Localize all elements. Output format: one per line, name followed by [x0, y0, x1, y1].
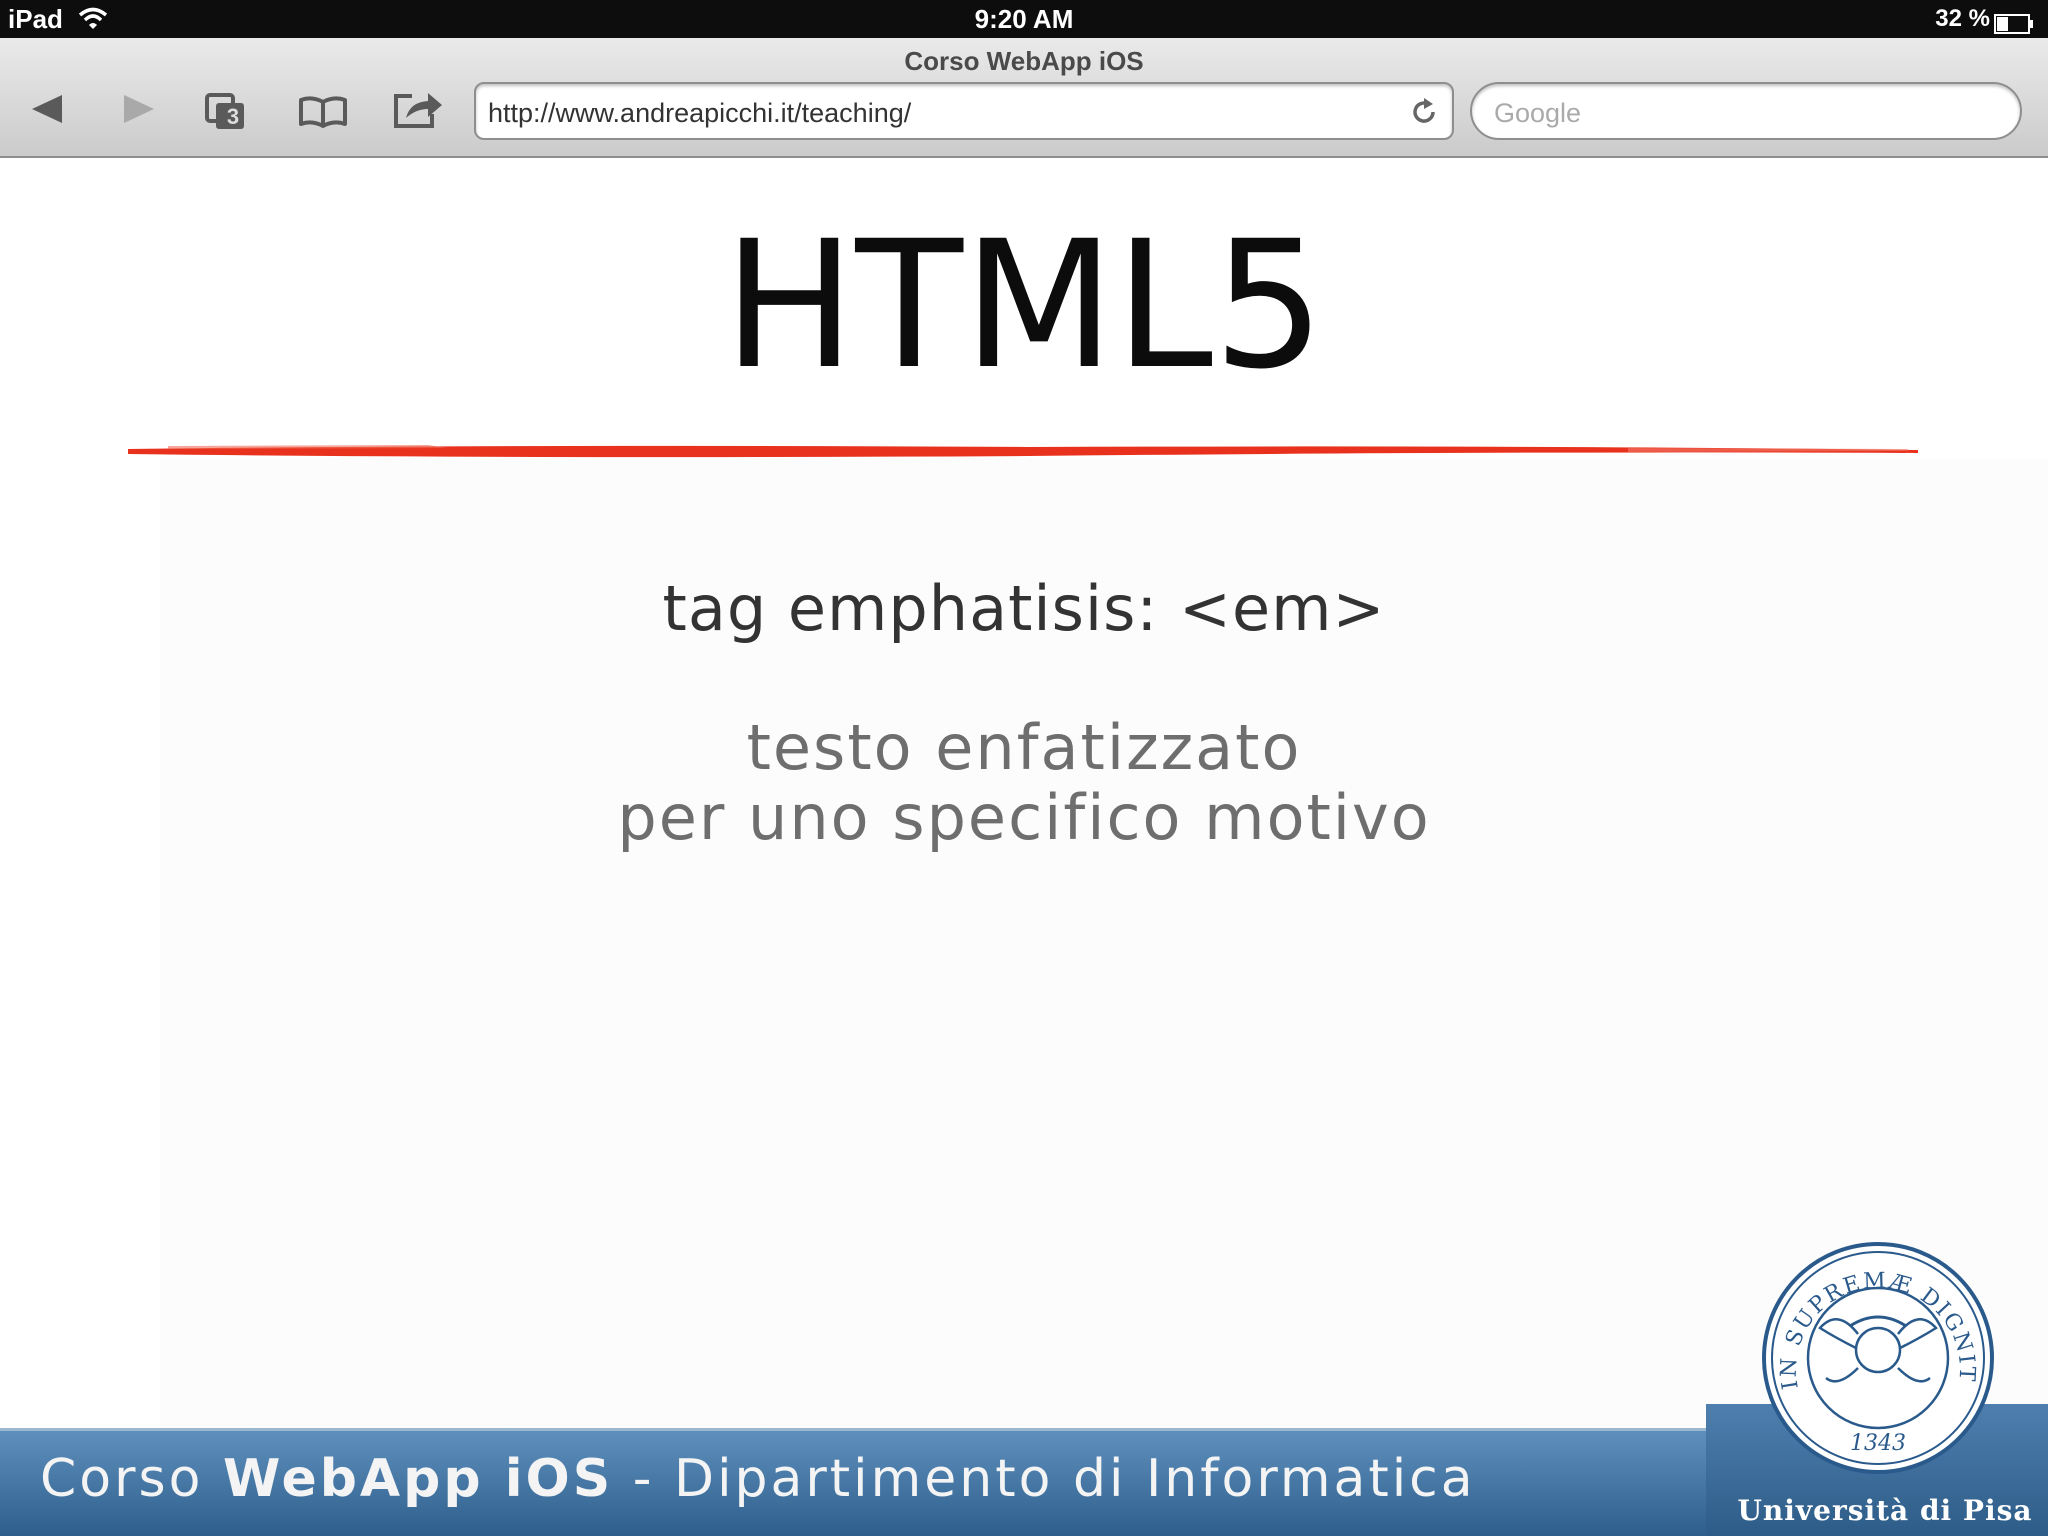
- battery-icon: [1994, 10, 2034, 41]
- tabs-count: 3: [226, 104, 240, 129]
- forward-arrow-icon: [124, 95, 154, 123]
- search-field[interactable]: [1470, 82, 2022, 140]
- university-seal-logo: IN SUPREMÆ DIGNITATIS 1343: [1758, 1238, 1994, 1474]
- slide: HTML5 tag emphatisis: <em> testo enfatiz…: [0, 158, 2048, 1536]
- footer-department: - Dipartimento di Informatica: [613, 1449, 1476, 1509]
- share-button[interactable]: [392, 88, 444, 134]
- browser-toolbar: Corso WebApp iOS 3 http://www.andreapicc…: [0, 38, 2048, 158]
- footer-course-text: Corso WebApp iOS - Dipartimento di Infor…: [40, 1449, 1476, 1509]
- slide-title: HTML5: [723, 203, 1325, 408]
- battery-percent: 32 %: [1935, 5, 1990, 32]
- status-bar: iPad 9:20 AM 32 %: [0, 0, 2048, 38]
- back-button[interactable]: [28, 90, 66, 132]
- search-input[interactable]: [1492, 94, 1996, 132]
- footer-prefix: Corso: [40, 1449, 223, 1509]
- address-bar[interactable]: http://www.andreapicchi.it/teaching/: [474, 82, 1454, 140]
- url-text: http://www.andreapicchi.it/teaching/: [488, 98, 912, 128]
- tabs-button[interactable]: 3: [204, 92, 248, 136]
- title-underline-stroke: [128, 445, 1918, 458]
- reload-icon[interactable]: [1408, 96, 1440, 132]
- page-title: Corso WebApp iOS: [904, 46, 1144, 76]
- slide-body-line: per uno specifico motivo: [617, 781, 1431, 854]
- bookmarks-book-icon: [299, 96, 347, 128]
- slide-subtitle: tag emphatisis: <em>: [662, 572, 1386, 645]
- university-name: Università di Pisa: [1737, 1494, 2033, 1527]
- back-arrow-icon: [32, 95, 62, 123]
- bookmarks-button[interactable]: [298, 94, 348, 132]
- share-icon: [394, 93, 442, 128]
- seal-year: 1343: [1850, 1431, 1906, 1456]
- footer-course-name: WebApp iOS: [222, 1449, 614, 1509]
- clock: 9:20 AM: [974, 4, 1074, 34]
- forward-button[interactable]: [120, 90, 158, 132]
- slide-body-line: testo enfatizzato: [746, 711, 1302, 784]
